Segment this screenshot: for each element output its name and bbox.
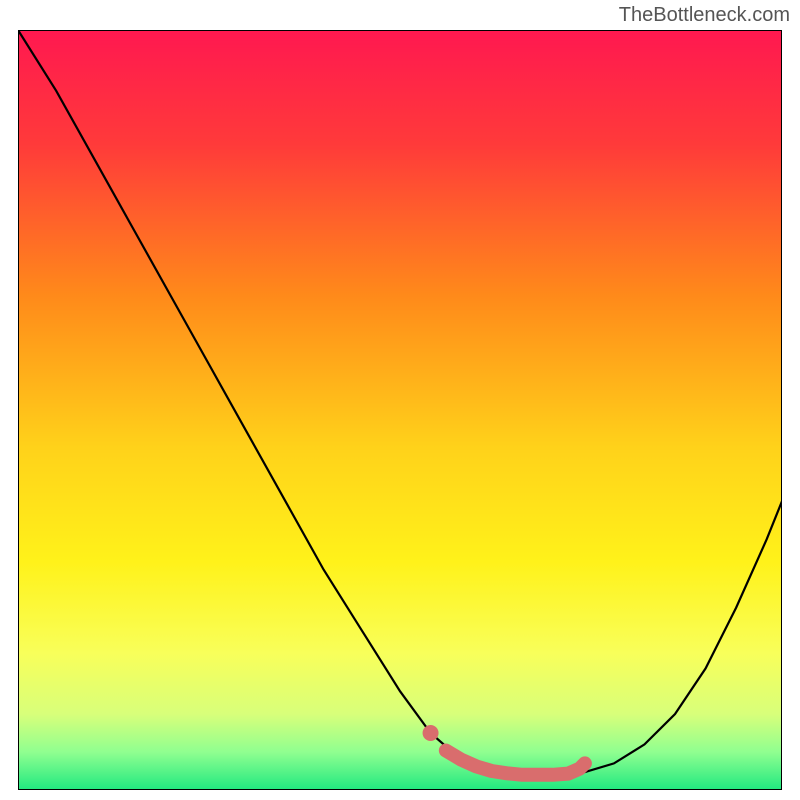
highlight-dot bbox=[423, 725, 439, 741]
chart-svg bbox=[18, 30, 782, 790]
bottleneck-chart bbox=[18, 30, 782, 790]
attribution-text: TheBottleneck.com bbox=[619, 4, 790, 27]
gradient-background bbox=[18, 30, 782, 790]
